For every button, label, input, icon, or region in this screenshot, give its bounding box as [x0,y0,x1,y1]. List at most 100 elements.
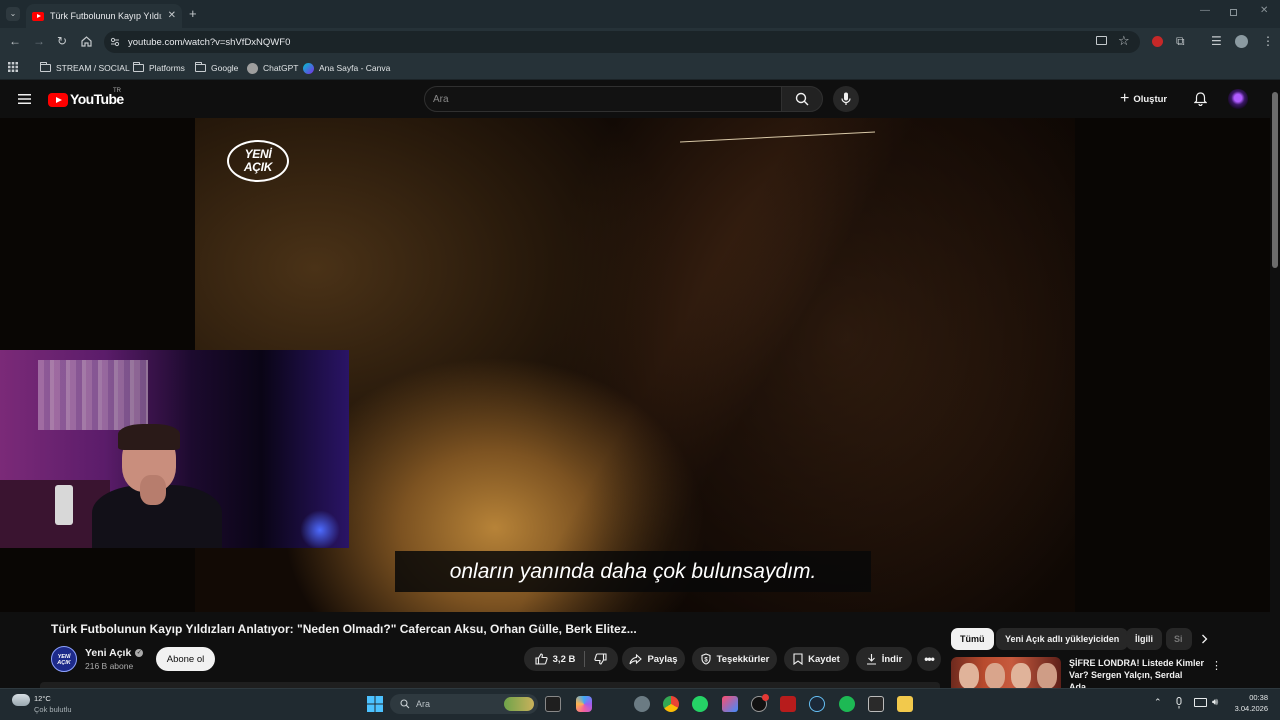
tray-microphone-icon[interactable] [1175,697,1183,709]
thanks-button[interactable]: $ Teşekkürler [692,647,777,671]
bookmark-stream-social[interactable]: STREAM / SOCIAL [39,60,130,76]
forward-icon[interactable]: → [33,35,45,47]
search-placeholder: Ara [433,93,449,105]
recommended-video-thumbnail[interactable] [951,657,1061,688]
apps-grid-icon[interactable] [8,62,18,72]
plus-icon: + [1120,90,1130,107]
save-button[interactable]: Kaydet [784,647,849,671]
extensions-puzzle-icon[interactable]: ⧉ [1176,35,1185,47]
windows-start-icon[interactable] [367,696,383,712]
url-text: youtube.com/watch?v=shVfDxNQWF0 [128,36,291,48]
search-input[interactable]: Ara [424,86,782,112]
profile-avatar-icon[interactable] [1235,35,1248,48]
video-editor-icon[interactable] [780,696,796,712]
photos-app-icon[interactable] [722,696,738,712]
dislike-button[interactable] [594,653,607,665]
bookmark-save-icon [793,653,803,665]
share-arrow-icon [629,653,643,664]
address-bar[interactable]: youtube.com/watch?v=shVfDxNQWF0 [104,31,1140,53]
network-display-icon[interactable] [1194,698,1207,707]
webcam-microphone [55,485,73,525]
verified-check-icon: ✓ [135,649,144,657]
like-count: 3,2 B [552,653,576,665]
clock-date[interactable]: 3.04.2026 [1228,704,1268,713]
bookmark-star-icon[interactable]: ☆ [1118,34,1130,47]
like-button[interactable]: 3,2 B [535,653,576,665]
tab-close-icon[interactable]: ✕ [168,11,176,21]
maximize-icon[interactable] [1230,9,1237,16]
settings-gear-icon[interactable] [634,696,650,712]
new-tab-icon[interactable]: + [189,7,197,20]
window-close-icon[interactable]: ✕ [1260,6,1268,16]
volume-icon[interactable]: 🔊︎ [1212,697,1218,708]
bookmark-label: STREAM / SOCIAL [56,63,130,73]
channel-avatar[interactable]: YENİ AÇIK [51,646,77,672]
chip-related[interactable]: İlgili [1126,628,1162,650]
notifications-bell-icon[interactable] [1194,92,1207,106]
steam-icon[interactable] [809,696,825,712]
webcam-overlay [0,350,349,548]
account-avatar[interactable] [1228,89,1248,109]
file-explorer-icon[interactable] [897,696,913,712]
webcam-neon-light [300,510,340,548]
canva-icon [303,62,314,74]
webcam-wall-posters [38,360,148,430]
clock-time[interactable]: 00:38 [1228,693,1268,702]
minimize-icon[interactable]: — [1200,6,1210,16]
download-button[interactable]: İndir [856,647,912,671]
whatsapp-icon[interactable] [692,696,708,712]
recommendation-menu-icon[interactable]: ⋮ [1211,659,1222,672]
country-code: TR [113,88,121,94]
back-icon[interactable]: ← [9,35,21,47]
reading-list-icon[interactable]: ☰ [1211,35,1222,47]
share-label: Paylaş [647,653,678,665]
cloudy-weather-icon[interactable] [12,694,30,706]
notification-dot-icon [762,694,769,701]
tab-search-icon[interactable]: ⌄ [6,7,20,21]
chips-next-button[interactable] [1196,631,1212,647]
chip-from-uploader[interactable]: Yeni Açık adlı yükleyiciden [996,628,1129,650]
chrome-icon[interactable] [663,696,679,712]
extension-badge-icon[interactable] [1152,36,1163,47]
browser-tab-active[interactable]: Türk Futbolunun Kayıp Yıldızları Anlatıy… [26,4,182,28]
subscribe-button[interactable]: Abone ol [156,647,215,671]
more-actions-button[interactable]: ••• [917,647,941,671]
tray-overflow-icon[interactable]: ⌃ [1154,697,1162,708]
bookmark-chatgpt[interactable]: ChatGPT [247,60,298,76]
bookmark-platforms[interactable]: Platforms [132,60,185,76]
bookmark-canva[interactable]: Ana Sayfa - Canva [303,60,390,76]
youtube-logo-icon[interactable] [48,93,68,107]
webcam-person-hand [140,475,166,505]
tab-title: Türk Futbolunun Kayıp Yıldızları Anlatıy… [50,11,162,21]
share-button[interactable]: Paylaş [622,647,685,671]
hamburger-menu-icon[interactable] [18,94,31,104]
voice-search-button[interactable] [833,86,859,112]
bookmarks-bar [0,56,1280,80]
site-info-icon[interactable] [110,37,120,47]
install-app-icon[interactable] [1096,36,1107,45]
spotify-icon[interactable] [839,696,855,712]
weather-temperature[interactable]: 12°C [34,694,51,703]
folder-icon [39,62,51,72]
channel-name[interactable]: Yeni Açık ✓ [85,647,144,659]
thumbnail-face [1037,663,1057,688]
browser-menu-icon[interactable]: ⋮ [1262,35,1274,47]
weather-description[interactable]: Çok bulutlu [34,705,72,714]
epic-games-icon[interactable] [868,696,884,712]
copilot-icon[interactable] [576,696,592,712]
chip-truncated[interactable]: Si [1166,628,1192,650]
task-view-icon[interactable] [545,696,561,712]
chip-all[interactable]: Tümü [951,628,994,650]
thumbnail-face [959,663,979,688]
page-scrollbar-thumb[interactable] [1272,92,1278,268]
search-button[interactable] [781,86,823,112]
more-horizontal-icon: ••• [924,652,935,666]
create-button[interactable]: + Oluştur [1120,88,1167,110]
reload-icon[interactable]: ↻ [57,35,67,47]
thanks-label: Teşekkürler [716,653,770,665]
bookmark-label: ChatGPT [263,63,299,73]
bookmark-google[interactable]: Google [194,60,238,76]
download-icon [866,654,876,665]
thumbnail-face [985,663,1005,688]
home-icon[interactable] [81,36,92,47]
